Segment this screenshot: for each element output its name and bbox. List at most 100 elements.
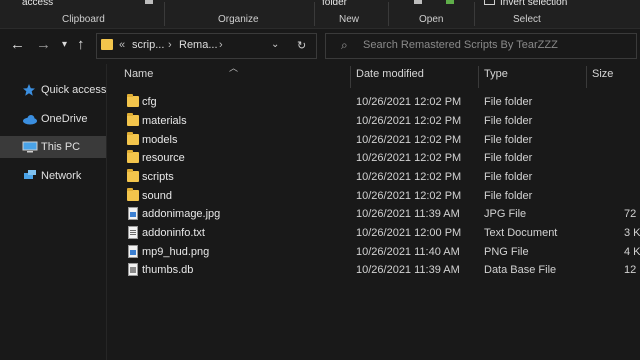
file-date: 10/26/2021 11:39 AM (356, 208, 460, 220)
folder-icon (127, 132, 139, 145)
ribbon-divider (474, 2, 475, 26)
column-header-date-modified[interactable]: Date modified (356, 68, 424, 86)
folder-icon (127, 150, 139, 163)
ribbon-group-clipboard: Clipboard (62, 14, 105, 25)
search-box[interactable]: ⌕ Search Remastered Scripts By TearZZZ (325, 33, 637, 59)
column-header-name[interactable]: Name (124, 68, 153, 86)
navigation-pane: Quick access OneDrive This PC Network (0, 64, 107, 360)
column-header-size[interactable]: Size (592, 68, 613, 86)
file-type: File folder (484, 96, 533, 108)
database-file-icon (128, 263, 138, 276)
file-name[interactable]: resource (142, 152, 185, 164)
file-row[interactable]: mp9_hud.png 10/26/2021 11:40 AM PNG File… (120, 243, 640, 262)
ribbon-divider (164, 2, 165, 26)
address-bar[interactable]: « scrip... › Rema... › ⌄ ↻ (96, 33, 317, 59)
file-type: Text Document (484, 227, 558, 239)
search-icon: ⌕ (341, 38, 348, 52)
column-divider[interactable] (350, 66, 351, 88)
paste-icon[interactable] (145, 0, 153, 4)
text-file-icon (128, 226, 138, 239)
nav-label: This PC (41, 141, 81, 153)
folder-icon (127, 94, 139, 107)
file-name[interactable]: models (142, 134, 177, 146)
file-date: 10/26/2021 11:40 AM (356, 246, 460, 258)
file-date: 10/26/2021 11:39 AM (356, 264, 460, 276)
folder-icon (127, 169, 139, 182)
file-name[interactable]: scripts (142, 171, 174, 183)
file-row[interactable]: scripts 10/26/2021 12:02 PM File folder (120, 168, 640, 187)
file-row[interactable]: sound 10/26/2021 12:02 PM File folder (120, 187, 640, 206)
file-row[interactable]: models 10/26/2021 12:02 PM File folder (120, 131, 640, 150)
file-type: File folder (484, 115, 533, 127)
file-date: 10/26/2021 12:02 PM (356, 171, 462, 183)
nav-item-this-pc[interactable]: This PC (0, 136, 106, 158)
network-icon (22, 169, 38, 183)
file-name[interactable]: mp9_hud.png (142, 246, 209, 258)
column-divider[interactable] (586, 66, 587, 88)
file-size: 4 K (624, 246, 640, 258)
file-date: 10/26/2021 12:02 PM (356, 190, 462, 202)
file-date: 10/26/2021 12:00 PM (356, 227, 462, 239)
ribbon-folder-label[interactable]: folder (322, 0, 347, 8)
folder-icon (127, 188, 139, 201)
breadcrumb-separator: › (219, 39, 223, 51)
nav-item-onedrive[interactable]: OneDrive (0, 108, 106, 130)
address-dropdown-chevron-icon[interactable]: ⌄ (271, 39, 279, 50)
file-name[interactable]: addoninfo.txt (142, 227, 205, 239)
edit-icon[interactable] (446, 0, 454, 4)
file-name[interactable]: materials (142, 115, 187, 127)
file-type: Data Base File (484, 264, 557, 276)
file-type: File folder (484, 190, 533, 202)
file-row[interactable]: resource 10/26/2021 12:02 PM File folder (120, 149, 640, 168)
file-name[interactable]: cfg (142, 96, 157, 108)
ribbon-group-select: Select (513, 14, 541, 25)
forward-arrow-icon[interactable]: → (36, 37, 51, 53)
image-file-icon (128, 245, 138, 258)
refresh-icon[interactable]: ↻ (297, 39, 306, 52)
file-row[interactable]: addoninfo.txt 10/26/2021 12:00 PM Text D… (120, 224, 640, 243)
cloud-icon (22, 112, 38, 126)
back-arrow-icon[interactable]: ← (10, 37, 25, 53)
star-icon (22, 83, 38, 97)
recent-locations-chevron-icon[interactable]: ▾ (62, 37, 67, 53)
file-date: 10/26/2021 12:02 PM (356, 134, 462, 146)
file-date: 10/26/2021 12:02 PM (356, 96, 462, 108)
file-date: 10/26/2021 12:02 PM (356, 152, 462, 164)
file-name[interactable]: addonimage.jpg (142, 208, 220, 220)
folder-icon (101, 39, 113, 50)
sort-ascending-icon: ︿ (229, 63, 239, 73)
nav-label: Quick access (41, 84, 107, 96)
nav-label: OneDrive (41, 113, 88, 125)
ribbon-invert-selection[interactable]: Invert selection (500, 0, 567, 8)
file-type: JPG File (484, 208, 527, 220)
file-name[interactable]: sound (142, 190, 172, 202)
search-input[interactable]: Search Remastered Scripts By TearZZZ (363, 39, 558, 51)
file-name[interactable]: thumbs.db (142, 264, 193, 276)
breadcrumb-scripts[interactable]: scrip... (132, 39, 164, 51)
ribbon-group-organize: Organize (218, 14, 259, 25)
file-row[interactable]: materials 10/26/2021 12:02 PM File folde… (120, 112, 640, 131)
ribbon-access-label[interactable]: access (22, 0, 53, 8)
column-header-type[interactable]: Type (484, 68, 508, 86)
ribbon-divider (314, 2, 315, 26)
invert-selection-icon[interactable] (484, 0, 495, 5)
file-row[interactable]: addonimage.jpg 10/26/2021 11:39 AM JPG F… (120, 205, 640, 224)
breadcrumb-separator: › (168, 39, 172, 51)
file-type: File folder (484, 134, 533, 146)
file-size: 72 K (624, 208, 640, 220)
breadcrumb-remastered[interactable]: Rema... (179, 39, 218, 51)
folder-icon (127, 113, 139, 126)
up-arrow-icon[interactable]: ↑ (77, 37, 85, 53)
file-type: File folder (484, 152, 533, 164)
file-date: 10/26/2021 12:02 PM (356, 115, 462, 127)
ribbon-group-new: New (339, 14, 360, 25)
file-row[interactable]: thumbs.db 10/26/2021 11:39 AM Data Base … (120, 261, 640, 280)
file-row[interactable]: cfg 10/26/2021 12:02 PM File folder (120, 93, 640, 112)
nav-item-network[interactable]: Network (0, 165, 106, 187)
breadcrumb-overflow[interactable]: « (119, 39, 125, 51)
nav-item-quick-access[interactable]: Quick access (0, 79, 106, 101)
column-divider[interactable] (478, 66, 479, 88)
properties-icon[interactable] (414, 0, 422, 4)
ribbon-divider (388, 2, 389, 26)
file-type: PNG File (484, 246, 529, 258)
